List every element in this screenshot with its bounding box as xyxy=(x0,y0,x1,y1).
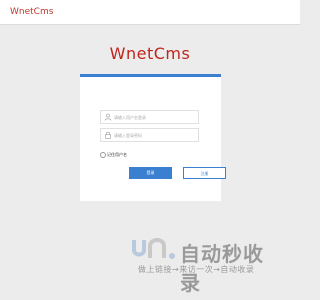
watermark-sub-text: 做上链接→来访一次→自动收录 xyxy=(138,265,255,274)
remember-label: 记住用户名 xyxy=(107,152,127,157)
remember-checkbox[interactable] xyxy=(100,152,106,158)
top-logo[interactable]: WnetCms xyxy=(10,6,53,18)
login-card: 记住用户名 登录 注册 xyxy=(80,74,226,201)
username-field[interactable] xyxy=(100,110,199,124)
remember-me[interactable]: 记住用户名 xyxy=(100,151,127,159)
login-button[interactable]: 登录 xyxy=(129,167,172,179)
register-button[interactable]: 注册 xyxy=(183,167,226,179)
top-bar: WnetCms xyxy=(0,0,300,25)
brand-title: WnetCms xyxy=(109,44,191,63)
watermark-logo-icon xyxy=(132,238,175,259)
lock-icon xyxy=(105,131,111,139)
password-field[interactable] xyxy=(100,128,199,142)
user-icon xyxy=(104,113,112,121)
password-input[interactable] xyxy=(114,129,194,141)
watermark: 自动秒收录 做上链接→来访一次→自动收录 xyxy=(130,236,280,295)
username-input[interactable] xyxy=(114,111,194,123)
